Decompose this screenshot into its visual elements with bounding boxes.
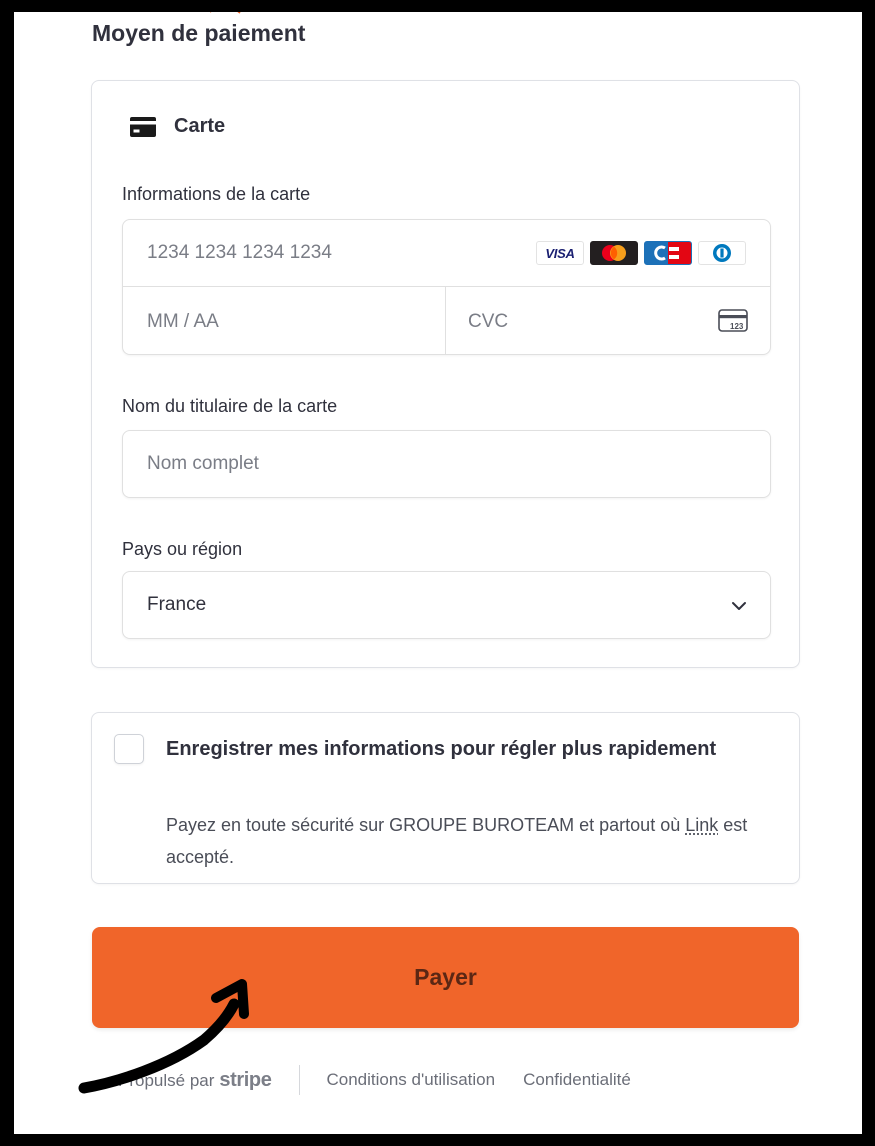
frame-border-bottom xyxy=(0,1134,875,1146)
payment-method-panel: Carte Informations de la carte 1234 1234… xyxy=(91,80,800,668)
save-info-description: Payez en toute sécurité sur GROUPE BUROT… xyxy=(166,809,766,873)
country-label: Pays ou région xyxy=(122,539,243,559)
link-info-link[interactable]: Link xyxy=(685,815,718,835)
footer: Propulsé par stripe Conditions d'utilisa… xyxy=(118,1065,631,1095)
cvc-card-icon: 123 xyxy=(718,309,748,332)
cvc-placeholder: CVC xyxy=(468,310,509,332)
payment-method-label: Carte xyxy=(174,115,226,137)
payment-method-tab[interactable]: Carte xyxy=(130,115,225,138)
terms-link[interactable]: Conditions d'utilisation xyxy=(326,1070,495,1090)
cardholder-label: Nom du titulaire de la carte xyxy=(122,396,338,416)
card-number-placeholder: 1234 1234 1234 1234 xyxy=(147,242,332,263)
pay-button[interactable]: Payer xyxy=(92,927,799,1028)
frame-border-right xyxy=(862,0,875,1146)
card-number-field[interactable]: 1234 1234 1234 1234 VISA xyxy=(123,220,770,287)
country-select[interactable]: France xyxy=(122,571,771,639)
save-info-checkbox[interactable] xyxy=(114,734,144,764)
section-title: Moyen de paiement xyxy=(92,20,306,46)
expiry-placeholder: MM / AA xyxy=(147,310,219,332)
card-brand-logos: VISA xyxy=(536,241,746,265)
expiry-date-field[interactable]: MM / AA xyxy=(123,287,446,354)
cvc-field[interactable]: CVC 123 xyxy=(446,287,770,354)
credit-card-icon xyxy=(130,116,156,137)
frame-border-top xyxy=(0,0,875,12)
save-info-desc-start: Payez en toute sécurité sur GROUPE BUROT… xyxy=(166,815,686,835)
cartes-bancaires-logo-icon xyxy=(644,241,692,265)
save-info-title: Enregistrer mes informations pour régler… xyxy=(166,738,717,760)
stripe-logo: stripe xyxy=(219,1068,272,1091)
frame-border-left xyxy=(0,0,14,1146)
mastercard-logo-icon xyxy=(590,241,638,265)
country-selected-value: France xyxy=(147,594,207,615)
visa-logo-icon: VISA xyxy=(536,241,584,265)
save-info-panel: Enregistrer mes informations pour régler… xyxy=(91,712,800,884)
privacy-link[interactable]: Confidentialité xyxy=(523,1070,631,1090)
cardholder-name-input[interactable]: Nom complet xyxy=(122,430,771,498)
card-info-group: 1234 1234 1234 1234 VISA MM / AA CVC 123 xyxy=(122,219,771,355)
card-info-label: Informations de la carte xyxy=(122,184,311,204)
diners-club-logo-icon xyxy=(698,241,746,265)
powered-by-label: Propulsé par xyxy=(118,1070,215,1090)
visa-logo-text: VISA xyxy=(545,245,575,261)
chevron-down-icon xyxy=(732,602,746,610)
cvc-icon-text: 123 xyxy=(730,322,744,331)
powered-by-stripe[interactable]: Propulsé par stripe xyxy=(118,1068,272,1092)
cardholder-placeholder: Nom complet xyxy=(147,453,259,474)
footer-divider xyxy=(299,1065,301,1095)
